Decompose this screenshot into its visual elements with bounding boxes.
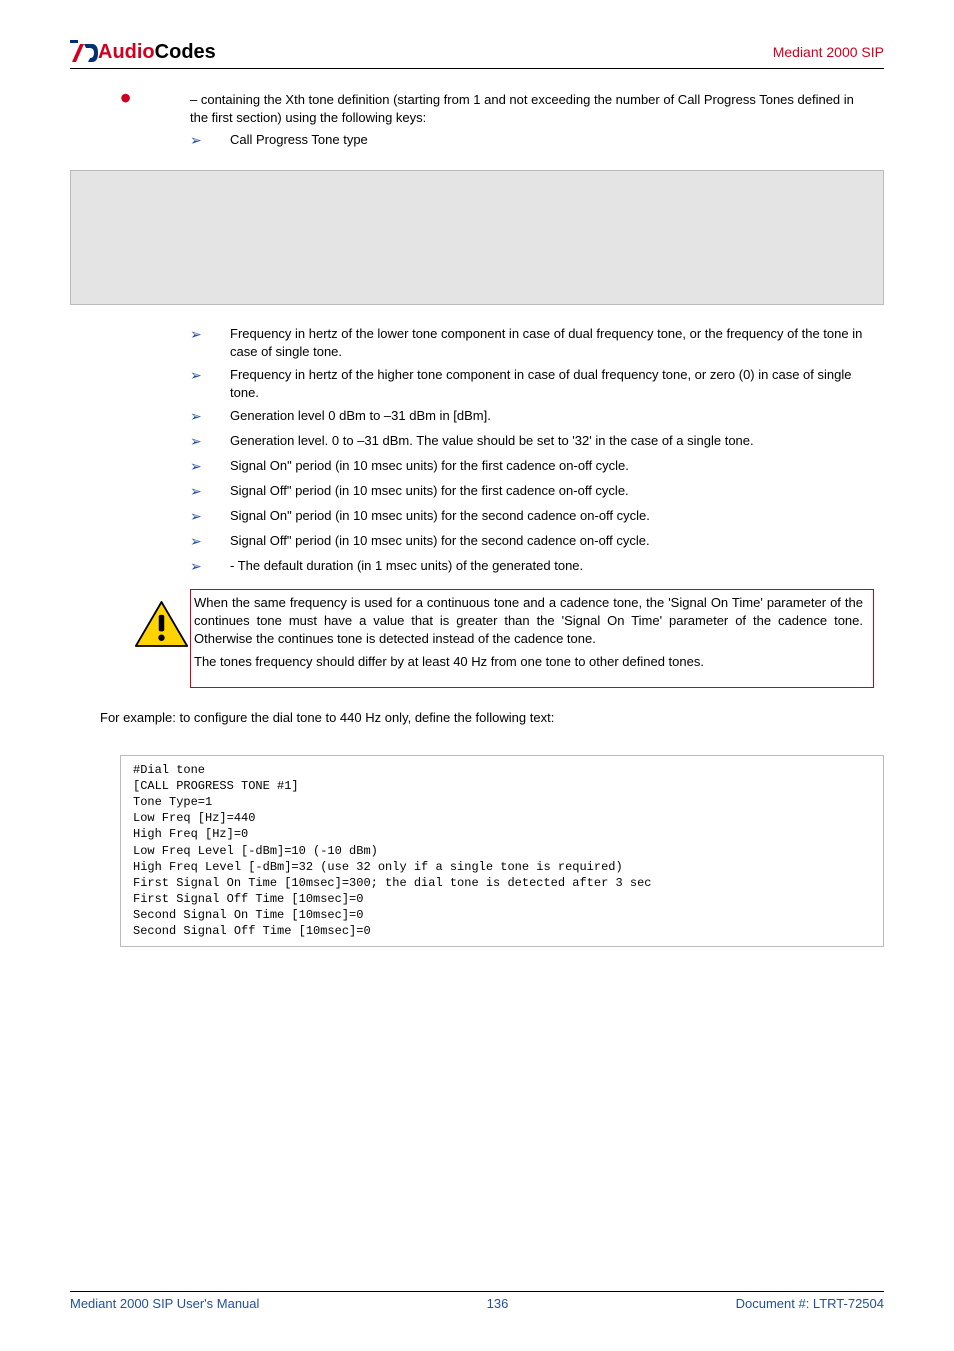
bullet-icon: •: [120, 91, 190, 126]
example-intro: For example: to configure the dial tone …: [100, 710, 884, 725]
chevron-right-icon: ➢: [190, 325, 230, 360]
note-paragraph-1: When the same frequency is used for a co…: [194, 594, 863, 647]
note-paragraph-2: The tones frequency should differ by at …: [194, 653, 863, 671]
page-header: AudioCodes Mediant 2000 SIP: [70, 40, 884, 64]
footer-document-id: Document #: LTRT-72504: [736, 1296, 884, 1311]
item-high-freq: Frequency in hertz of the higher tone co…: [230, 366, 874, 401]
chevron-right-icon: ➢: [190, 482, 230, 501]
item-default-duration: - The default duration (in 1 msec units)…: [230, 557, 874, 576]
item-gen-level-low: Generation level 0 dBm to –31 dBm in [dB…: [230, 407, 874, 426]
bullet-section-def: – containing the Xth tone definition (st…: [190, 91, 874, 126]
footer-manual-title: Mediant 2000 SIP User's Manual: [70, 1296, 259, 1311]
product-name: Mediant 2000 SIP: [773, 44, 884, 60]
item-low-freq: Frequency in hertz of the lower tone com…: [230, 325, 874, 360]
item-gen-level-high: Generation level. 0 to –31 dBm. The valu…: [230, 432, 874, 451]
logo-text: AudioCodes: [98, 41, 216, 64]
item-tone-type: Call Progress Tone type: [230, 131, 874, 150]
item-first-signal-on: Signal On" period (in 10 msec units) for…: [230, 457, 874, 476]
header-divider: [70, 68, 884, 69]
chevron-right-icon: ➢: [190, 457, 230, 476]
chevron-right-icon: ➢: [190, 507, 230, 526]
audiocodes-logo-icon: [70, 40, 98, 64]
chevron-right-icon: ➢: [190, 432, 230, 451]
chevron-right-icon: ➢: [190, 131, 230, 150]
page-footer: Mediant 2000 SIP User's Manual 136 Docum…: [70, 1291, 884, 1311]
note-box: When the same frequency is used for a co…: [190, 589, 874, 687]
item-first-signal-off: Signal Off" period (in 10 msec units) fo…: [230, 482, 874, 501]
code-example: #Dial tone [CALL PROGRESS TONE #1] Tone …: [120, 755, 884, 947]
reference-box-placeholder: [70, 170, 884, 305]
item-second-signal-on: Signal On" period (in 10 msec units) for…: [230, 507, 874, 526]
chevron-right-icon: ➢: [190, 407, 230, 426]
chevron-right-icon: ➢: [190, 557, 230, 576]
logo: AudioCodes: [70, 40, 216, 64]
footer-page-number: 136: [487, 1296, 509, 1311]
footer-divider: [70, 1291, 884, 1292]
chevron-right-icon: ➢: [190, 532, 230, 551]
chevron-right-icon: ➢: [190, 366, 230, 401]
item-second-signal-off: Signal Off" period (in 10 msec units) fo…: [230, 532, 874, 551]
warning-icon: [134, 600, 184, 651]
